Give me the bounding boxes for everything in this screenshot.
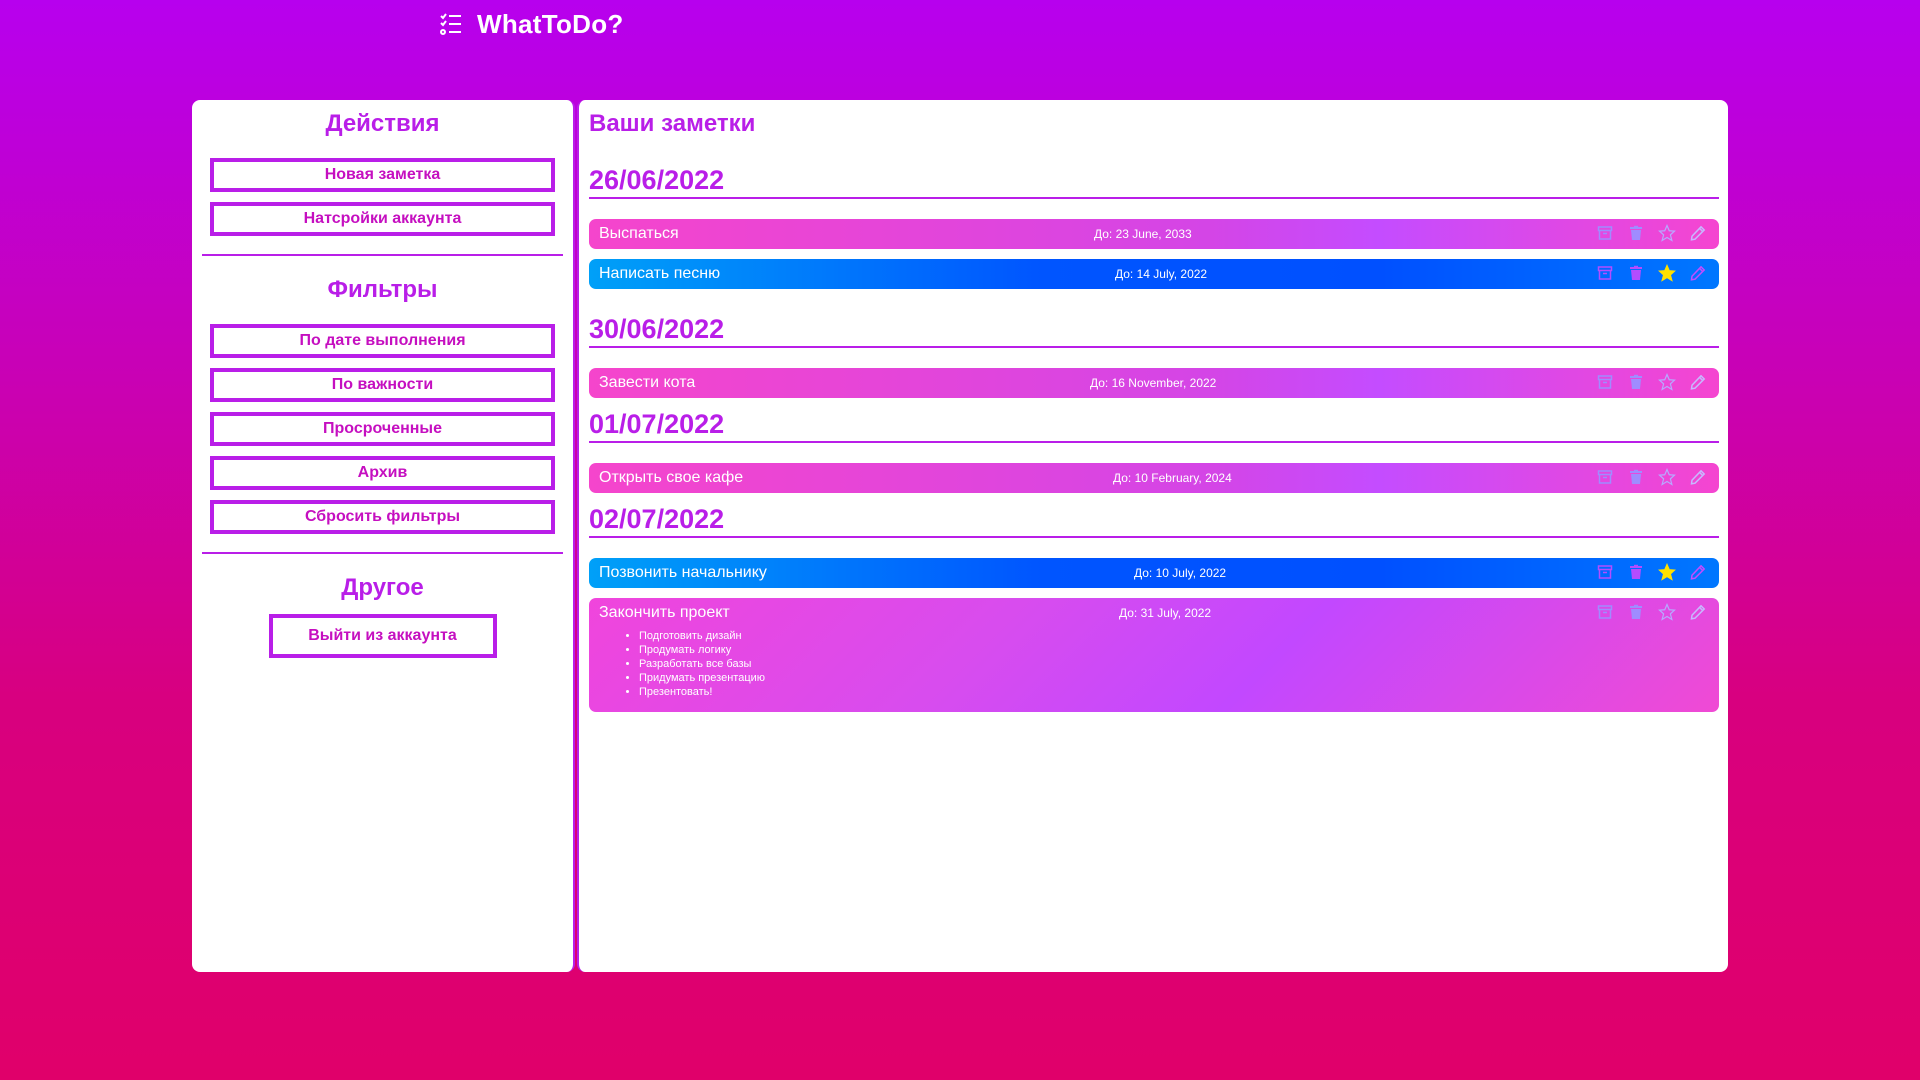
note-due-date: До: 14 July, 2022	[1115, 267, 1208, 281]
note-title: Открыть свое кафе	[599, 469, 744, 486]
star-icon[interactable]	[1656, 561, 1678, 583]
note-actions	[1594, 561, 1709, 583]
date-group: 30/06/2022 Завести кота До: 16 November, 2…	[589, 313, 1719, 398]
subtask-item: Придумать презентацию	[639, 671, 765, 685]
note-title: Закончить проект	[599, 604, 730, 621]
date-group: 02/07/2022 Позвонить начальнику До: 10 Jul…	[589, 503, 1719, 712]
pencil-icon[interactable]	[1687, 561, 1709, 583]
note-card[interactable]: Закончить проект До: 31 July, 2022 Подгото…	[589, 598, 1719, 712]
trash-icon[interactable]	[1625, 222, 1647, 244]
logout-button[interactable]: Выйти из аккаунта	[268, 614, 497, 658]
subtask-item: Подготовить дизайн	[639, 629, 765, 643]
star-icon[interactable]	[1656, 466, 1678, 488]
date-heading: 02/07/2022	[589, 503, 1719, 538]
date-heading: 30/06/2022	[589, 313, 1719, 348]
note-actions	[1594, 601, 1709, 623]
note-due-date: До: 10 February, 2024	[1113, 471, 1232, 485]
subtask-item: Презентовать!	[639, 685, 765, 699]
star-icon[interactable]	[1656, 222, 1678, 244]
date-heading: 26/06/2022	[589, 164, 1719, 199]
app-title[interactable]: WhatToDo?	[477, 9, 624, 40]
pencil-icon[interactable]	[1687, 222, 1709, 244]
trash-icon[interactable]	[1625, 371, 1647, 393]
filter-by-date-button[interactable]: По дате выполнения	[210, 324, 555, 358]
note-title: Выспаться	[599, 225, 679, 242]
pencil-icon[interactable]	[1687, 262, 1709, 284]
subtask-list: Подготовить дизайнПродумать логикуРазраб…	[639, 629, 765, 699]
pencil-icon[interactable]	[1687, 371, 1709, 393]
note-due-date: До: 23 June, 2033	[1094, 227, 1192, 241]
star-icon[interactable]	[1656, 601, 1678, 623]
account-settings-button[interactable]: Натсройки аккаунта	[210, 202, 555, 236]
note-title: Написать песню	[599, 265, 721, 282]
new-note-button[interactable]: Новая заметка	[210, 158, 555, 192]
divider	[202, 552, 563, 554]
page-title: Ваши заметки	[589, 110, 756, 137]
app-header: WhatToDo?	[439, 8, 624, 40]
note-card[interactable]: Открыть свое кафе До: 10 February, 2024	[589, 463, 1719, 493]
archive-icon[interactable]	[1594, 371, 1616, 393]
other-title: Другое	[341, 574, 424, 601]
pencil-icon[interactable]	[1687, 466, 1709, 488]
actions-title: Действия	[325, 110, 440, 137]
subtask-item: Продумать логику	[639, 643, 765, 657]
note-card[interactable]: Написать песню До: 14 July, 2022	[589, 259, 1719, 289]
note-due-date: До: 31 July, 2022	[1119, 606, 1212, 620]
trash-icon[interactable]	[1625, 561, 1647, 583]
note-card[interactable]: Позвонить начальнику До: 10 July, 2022	[589, 558, 1719, 588]
archive-icon[interactable]	[1594, 561, 1616, 583]
filter-overdue-button[interactable]: Просроченные	[210, 412, 555, 446]
note-actions	[1594, 222, 1709, 244]
subtask-item: Разработать все базы	[639, 657, 765, 671]
filter-by-importance-button[interactable]: По важности	[210, 368, 555, 402]
archive-icon[interactable]	[1594, 466, 1616, 488]
note-actions	[1594, 262, 1709, 284]
filter-archive-button[interactable]: Архив	[210, 456, 555, 490]
date-heading: 01/07/2022	[589, 408, 1719, 443]
pencil-icon[interactable]	[1687, 601, 1709, 623]
trash-icon[interactable]	[1625, 262, 1647, 284]
archive-icon[interactable]	[1594, 262, 1616, 284]
note-actions	[1594, 371, 1709, 393]
reset-filters-button[interactable]: Сбросить фильтры	[210, 500, 555, 534]
note-title: Завести кота	[599, 374, 696, 391]
date-group: 01/07/2022 Открыть свое кафе До: 10 Februa…	[589, 408, 1719, 493]
note-groups: 26/06/2022 Выспаться До: 23 June, 2033 Напи…	[589, 164, 1719, 712]
note-card[interactable]: Выспаться До: 23 June, 2033	[589, 219, 1719, 249]
notes-panel: Ваши заметки 26/06/2022 Выспаться До: 23 J…	[577, 100, 1728, 972]
note-actions	[1594, 466, 1709, 488]
date-group: 26/06/2022 Выспаться До: 23 June, 2033 Напи…	[589, 164, 1719, 289]
sidebar: Действия Новая заметка Натсройки аккаунт…	[192, 100, 575, 972]
note-card[interactable]: Завести кота До: 16 November, 2022	[589, 368, 1719, 398]
note-title: Позвонить начальнику	[599, 564, 767, 581]
trash-icon[interactable]	[1625, 466, 1647, 488]
filters-title: Фильтры	[327, 276, 438, 303]
note-due-date: До: 10 July, 2022	[1134, 566, 1227, 580]
star-icon[interactable]	[1656, 262, 1678, 284]
divider	[202, 254, 563, 256]
note-due-date: До: 16 November, 2022	[1090, 376, 1217, 390]
star-icon[interactable]	[1656, 371, 1678, 393]
archive-icon[interactable]	[1594, 601, 1616, 623]
checklist-icon	[439, 12, 463, 36]
archive-icon[interactable]	[1594, 222, 1616, 244]
trash-icon[interactable]	[1625, 601, 1647, 623]
